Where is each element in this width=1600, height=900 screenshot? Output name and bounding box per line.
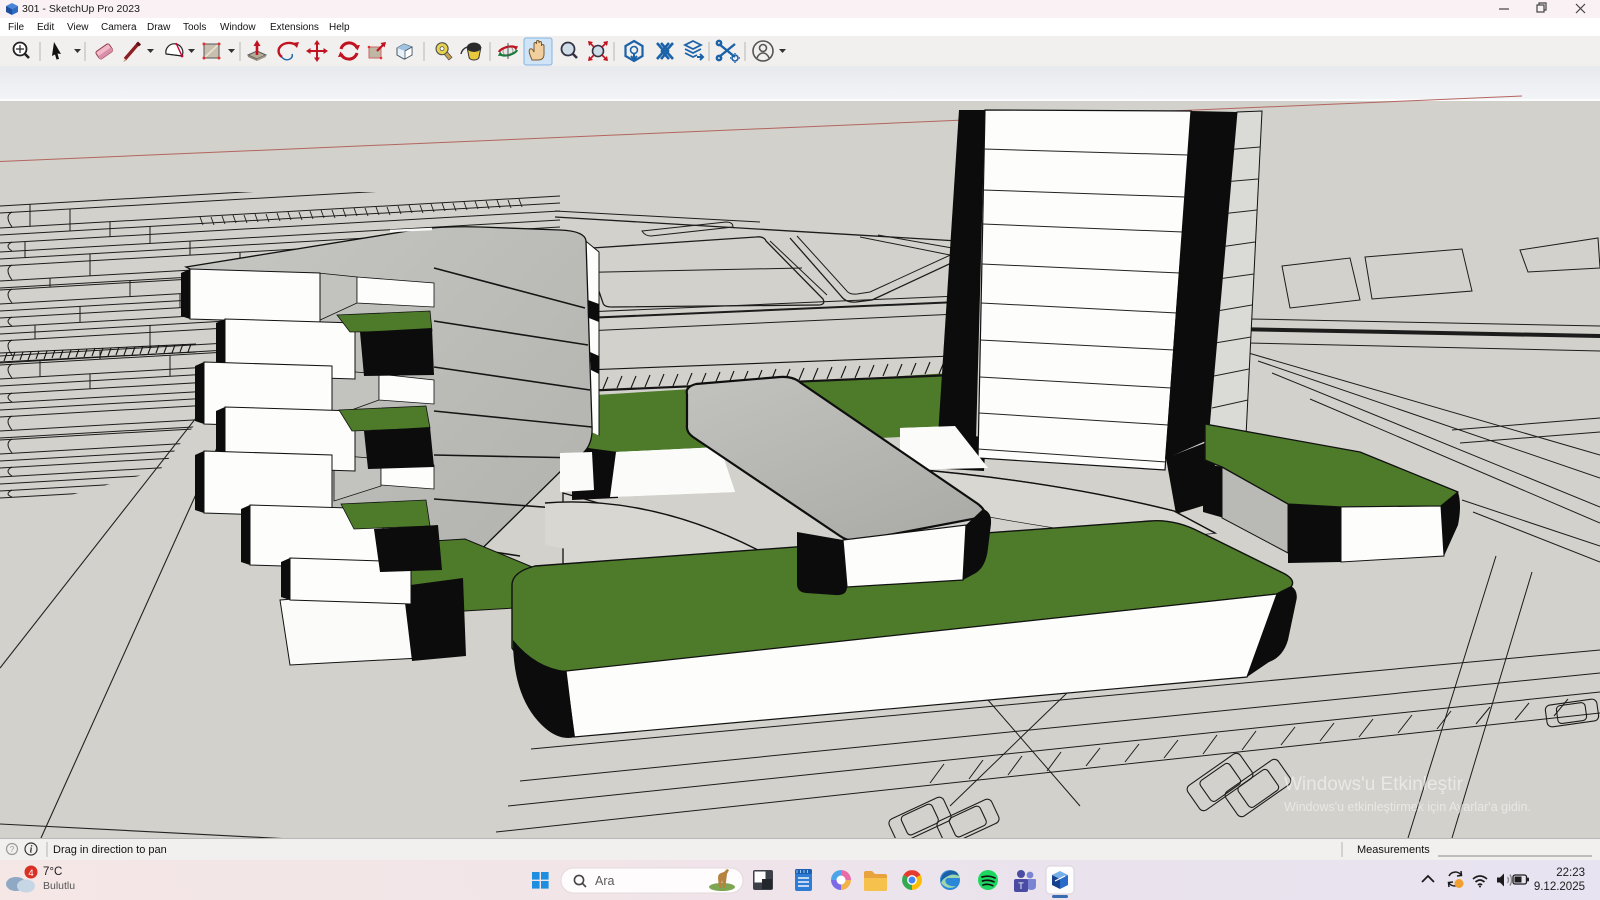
svg-text:Ara: Ara bbox=[595, 874, 615, 888]
svg-text:7°C: 7°C bbox=[43, 866, 62, 878]
svg-text:4: 4 bbox=[28, 868, 33, 879]
svg-text:Drag in direction to pan: Drag in direction to pan bbox=[53, 844, 167, 856]
svg-text:9.12.2025: 9.12.2025 bbox=[1534, 881, 1585, 893]
svg-text:Measurements: Measurements bbox=[1357, 844, 1430, 856]
svg-text:22:23: 22:23 bbox=[1556, 867, 1585, 879]
svg-text:Bulutlu: Bulutlu bbox=[43, 880, 75, 892]
svg-text:Windows'u etkinleştirmek için: Windows'u etkinleştirmek için Ayarlar'a … bbox=[1284, 800, 1531, 814]
svg-text:?: ? bbox=[10, 845, 15, 854]
svg-text:T: T bbox=[1018, 881, 1024, 891]
svg-text:i: i bbox=[30, 845, 33, 856]
svg-text:Windows'u Etkinleştir: Windows'u Etkinleştir bbox=[1284, 774, 1464, 795]
